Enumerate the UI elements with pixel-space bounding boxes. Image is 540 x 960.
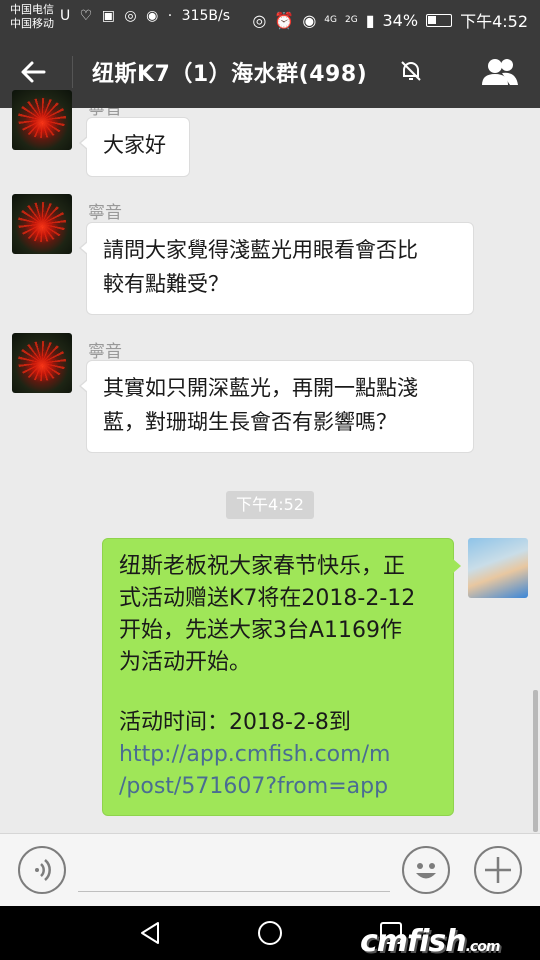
emoji-button[interactable] [402, 846, 450, 894]
sender-name: 寧音 [88, 203, 122, 223]
heart-icon: ♡ [79, 8, 93, 24]
outgoing-message-bubble[interactable]: 纽斯老板祝大家春节快乐，正 式活动赠送K7将在2018-2-12 开始，先送大家… [102, 538, 461, 816]
message-timestamp: 下午4:52 [226, 491, 314, 519]
status-right: ◎ ⏰ ◉ 4G 2G ▮ 34% 下午4:52 [252, 8, 528, 32]
sender-name: 寧音 [88, 342, 122, 362]
smiley-icon [416, 863, 436, 879]
message-text-line: 其實如只開深藍光，再開一點點淺 [103, 376, 418, 400]
message-bubble[interactable]: 其實如只開深藍光，再開一點點淺 藍，對珊瑚生長會否有影響嗎？ [79, 360, 474, 453]
app-icon: ▣ [101, 8, 115, 24]
carrier-labels: 中国电信 中国移动 [10, 3, 54, 31]
watermark-suffix: .com [465, 939, 501, 955]
my-avatar[interactable] [468, 538, 528, 598]
watermark-text: cmfish [360, 924, 467, 959]
nav-home-icon[interactable] [256, 919, 284, 947]
message-text-line: 开始，先送大家3台A1169作 [119, 618, 403, 643]
eye-icon: ◉ [302, 10, 317, 30]
notification-icons: U ♡ ▣ ◎ ◉ · 315B/s [60, 8, 235, 24]
header-divider [72, 56, 73, 88]
battery-percent: 34% [382, 10, 419, 30]
message-text-line: 式活动赠送K7将在2018-2-12 [119, 586, 416, 611]
plus-icon [485, 857, 511, 883]
chat-header: 纽斯K7（1）海水群(498) [0, 36, 540, 108]
system-navigation-bar: cmfish.com [0, 906, 540, 960]
back-button[interactable] [14, 52, 58, 92]
people-icon [482, 59, 518, 85]
more-options-button[interactable] [474, 846, 522, 894]
hotspot-status-icon: ◎ [252, 10, 267, 30]
net-speed: 315B/s [181, 8, 230, 24]
signal-bars-icon: ▮ [365, 10, 375, 30]
carrier-telecom: 中国电信 [10, 3, 54, 16]
android-icon: ◉ [146, 8, 159, 24]
message-text-line: 較有點難受？ [103, 272, 229, 296]
avatar[interactable] [12, 333, 72, 393]
back-arrow-icon [21, 61, 46, 83]
message-text-line: 纽斯老板祝大家春节快乐，正 [119, 554, 406, 579]
mute-bell-icon [401, 61, 421, 81]
alarm-icon: ⏰ [274, 10, 295, 30]
message-text-line: 活动时间：2018-2-8到 [119, 710, 351, 735]
message-link[interactable]: /post/571607?from=app [119, 771, 437, 803]
carrier-mobile: 中国移动 [10, 17, 54, 30]
avatar[interactable] [12, 194, 72, 254]
message-input[interactable] [78, 842, 390, 892]
watermark-logo: cmfish.com [360, 924, 501, 959]
hotspot-icon: ◎ [124, 8, 137, 24]
input-bar [0, 833, 540, 906]
signal-2g-icon: 2G [344, 15, 358, 25]
usb-icon: U [60, 8, 71, 24]
nav-back-icon[interactable] [138, 920, 164, 946]
message-text-line: 为活动开始。 [119, 650, 252, 675]
avatar[interactable] [12, 90, 72, 150]
clock: 下午4:52 [460, 12, 528, 31]
scrollbar[interactable] [533, 690, 538, 832]
message-text-line: 請問大家覺得淺藍光用眼看會否比 [103, 238, 418, 262]
signal-4g-icon: 4G [324, 15, 337, 25]
status-bar: 中国电信 中国移动 U ♡ ▣ ◎ ◉ · 315B/s ◎ ⏰ ◉ 4G 2G… [0, 0, 540, 36]
dot-separator: · [167, 8, 173, 24]
message-bubble[interactable]: 大家好 [79, 117, 190, 177]
voice-input-button[interactable] [18, 846, 66, 894]
group-members-button[interactable] [478, 52, 522, 92]
message-bubble[interactable]: 請問大家覺得淺藍光用眼看會否比 較有點難受？ [79, 222, 474, 315]
message-text: 大家好 [103, 133, 166, 157]
battery-icon [426, 13, 453, 27]
message-link[interactable]: http://app.cmfish.com/m [119, 739, 437, 771]
chat-title: 纽斯K7（1）海水群(498) [92, 62, 368, 87]
voice-icon [35, 859, 51, 881]
message-text-line: 藍，對珊瑚生長會否有影響嗎？ [103, 410, 397, 434]
